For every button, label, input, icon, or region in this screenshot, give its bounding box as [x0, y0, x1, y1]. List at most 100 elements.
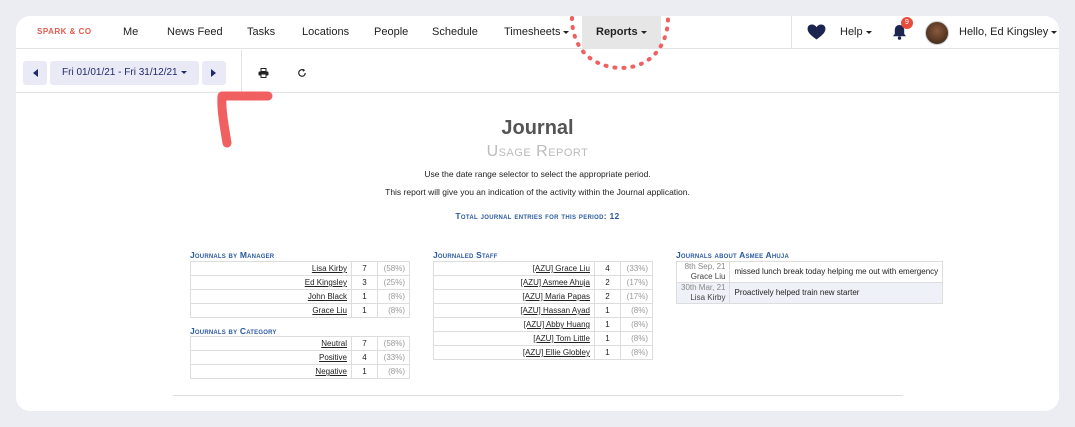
percent-cell: (8%)	[620, 303, 653, 318]
chevron-down-icon	[180, 70, 187, 74]
entry-note: missed lunch break today helping me out …	[729, 261, 944, 283]
staff-link[interactable]: [AZU] Asmee Ahuja	[521, 278, 590, 287]
next-period-button[interactable]	[201, 61, 226, 85]
count-cell: 1	[594, 331, 621, 346]
staff-link[interactable]: [AZU] Grace Liu	[533, 264, 590, 273]
staff-link[interactable]: [AZU] Abby Huang	[524, 320, 590, 329]
app-window: SPARK & CO Me News Feed Tasks Locations …	[16, 16, 1059, 411]
by-category-table: Neutral 7 (58%) Positive 4 (33%) Negative 1 (8…	[190, 336, 410, 379]
percent-cell: (33%)	[620, 261, 653, 276]
count-cell: 1	[594, 303, 621, 318]
chevron-left-icon	[32, 69, 38, 77]
percent-cell: (8%)	[620, 331, 653, 346]
count-cell: 1	[351, 303, 378, 318]
nav-item-schedule[interactable]: Schedule	[432, 26, 478, 38]
date-range-selector: Fri 01/01/21 - Fri 31/12/21	[23, 61, 226, 85]
print-icon	[258, 68, 269, 78]
refresh-icon	[298, 68, 306, 77]
user-menu[interactable]: Hello, Ed Kingsley	[959, 26, 1058, 38]
nav-item-tasks[interactable]: Tasks	[247, 26, 275, 38]
table-row: Negative 1 (8%)	[190, 364, 410, 379]
table-row: [AZU] Grace Liu 4 (33%)	[433, 261, 653, 276]
help-menu[interactable]: Help	[840, 26, 872, 38]
chevron-down-icon	[640, 30, 647, 34]
percent-cell: (17%)	[620, 275, 653, 290]
nav-item-people[interactable]: People	[374, 26, 408, 38]
notification-badge: 9	[901, 17, 913, 29]
chevron-down-icon	[563, 30, 570, 34]
user-greeting: Hello, Ed Kingsley	[959, 26, 1049, 38]
manager-link[interactable]: John Black	[308, 292, 347, 301]
staff-link[interactable]: [AZU] Ellie Globley	[523, 348, 590, 357]
table-row: [AZU] Tom Little 1 (8%)	[433, 331, 653, 346]
table-row: 30th Mar, 21 Lisa Kirby Proactively helpe…	[675, 282, 944, 304]
entry-author: Lisa Kirby	[690, 293, 726, 302]
report-toolbar: Fri 01/01/21 - Fri 31/12/21	[16, 50, 1059, 93]
manager-link[interactable]: Grace Liu	[312, 306, 347, 315]
category-link[interactable]: Neutral	[321, 339, 347, 348]
percent-cell: (8%)	[377, 364, 410, 379]
staff-link[interactable]: [AZU] Tom Little	[533, 334, 590, 343]
report-description: This report will give you an indication …	[385, 187, 690, 197]
count-cell: 1	[594, 317, 621, 332]
entry-date: 8th Sep, 21	[684, 262, 726, 271]
entry-date: 30th Mar, 21	[681, 283, 726, 292]
date-range-dropdown[interactable]: Fri 01/01/21 - Fri 31/12/21	[50, 61, 199, 85]
staff-heading: Journaled Staff	[433, 250, 498, 260]
staff-link[interactable]: [AZU] Maria Papas	[522, 292, 590, 301]
table-row: Ed Kingsley 3 (25%)	[190, 275, 410, 290]
report-instruction: Use the date range selector to select th…	[424, 169, 651, 179]
total-label: Total journal entries for this period:	[455, 211, 607, 221]
manager-link[interactable]: Ed Kingsley	[305, 278, 347, 287]
by-manager-heading: Journals by Manager	[190, 250, 275, 260]
date-range-label: Fri 01/01/21 - Fri 31/12/21	[62, 67, 178, 78]
print-button[interactable]	[258, 65, 269, 83]
nav-item-reports[interactable]: Reports	[582, 16, 661, 49]
table-row: [AZU] Asmee Ahuja 2 (17%)	[433, 275, 653, 290]
nav-item-timesheets[interactable]: Timesheets	[504, 26, 570, 38]
percent-cell: (58%)	[377, 336, 410, 351]
refresh-button[interactable]	[297, 65, 307, 83]
heart-icon[interactable]	[807, 24, 826, 45]
count-cell: 1	[594, 345, 621, 360]
nav-item-news-feed[interactable]: News Feed	[167, 26, 223, 38]
count-cell: 4	[594, 261, 621, 276]
table-row: 8th Sep, 21 Grace Liu missed lunch break …	[675, 261, 944, 283]
chevron-down-icon	[865, 30, 872, 34]
table-row: John Black 1 (8%)	[190, 289, 410, 304]
report-title: Journal	[501, 117, 574, 139]
table-row: [AZU] Hassan Ayad 1 (8%)	[433, 303, 653, 318]
count-cell: 4	[351, 350, 378, 365]
percent-cell: (8%)	[620, 345, 653, 360]
count-cell: 2	[594, 289, 621, 304]
report-subtitle: Usage Report	[486, 143, 589, 160]
table-row: [AZU] Ellie Globley 1 (8%)	[433, 345, 653, 360]
chevron-right-icon	[211, 69, 217, 77]
staff-link[interactable]: [AZU] Hassan Ayad	[520, 306, 590, 315]
about-heading: Journals about Asmee Ahuja	[676, 250, 789, 260]
count-cell: 7	[351, 336, 378, 351]
nav-divider	[791, 16, 792, 49]
count-cell: 1	[351, 364, 378, 379]
entry-author: Grace Liu	[690, 272, 726, 281]
table-row: Grace Liu 1 (8%)	[190, 303, 410, 318]
table-row: Lisa Kirby 7 (58%)	[190, 261, 410, 276]
table-row: Neutral 7 (58%)	[190, 336, 410, 351]
avatar[interactable]	[925, 21, 949, 45]
nav-item-locations[interactable]: Locations	[302, 26, 349, 38]
previous-period-button[interactable]	[23, 61, 47, 85]
count-cell: 2	[594, 275, 621, 290]
nav-item-reports-label: Reports	[596, 26, 638, 38]
percent-cell: (8%)	[377, 289, 410, 304]
report-total: Total journal entries for this period: 1…	[16, 211, 1059, 221]
category-link[interactable]: Negative	[315, 367, 347, 376]
by-category-heading: Journals by Category	[190, 326, 277, 336]
total-value: 12	[609, 211, 620, 221]
about-table: 8th Sep, 21 Grace Liu missed lunch break …	[675, 261, 944, 304]
category-link[interactable]: Positive	[319, 353, 347, 362]
table-row: Positive 4 (33%)	[190, 350, 410, 365]
manager-link[interactable]: Lisa Kirby	[312, 264, 347, 273]
brand-logo[interactable]: SPARK & CO	[37, 27, 92, 36]
entry-note: Proactively helped train new starter	[729, 282, 944, 304]
nav-item-me[interactable]: Me	[123, 26, 138, 38]
